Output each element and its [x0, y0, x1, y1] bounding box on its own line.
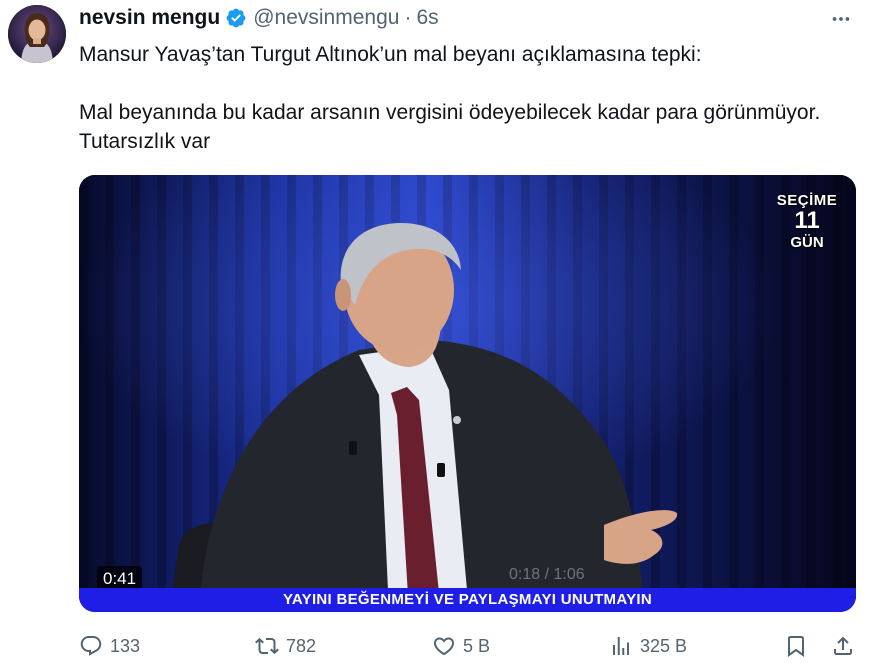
more-icon[interactable] — [826, 6, 856, 32]
author-handle[interactable]: @nevsinmengu — [253, 6, 399, 30]
tweet-text: Mansur Yavaş’tan Turgut Altınok’un mal b… — [79, 40, 839, 156]
like-icon — [433, 637, 455, 656]
repost-icon — [255, 637, 279, 655]
views-button[interactable]: 325 B — [609, 630, 687, 662]
reply-icon — [80, 636, 102, 656]
tweet-actions: 133 782 5 B 325 B — [79, 630, 856, 662]
video-frame — [79, 175, 856, 612]
like-button[interactable]: 5 B — [432, 630, 490, 662]
tweet-header: nevsin mengu @nevsinmengu · 6s — [79, 5, 439, 31]
badge-line3: GÜN — [790, 234, 824, 251]
reply-button[interactable]: 133 — [79, 630, 140, 662]
author-avatar[interactable] — [8, 5, 66, 63]
badge-line1: SEÇİME — [776, 192, 838, 209]
verified-badge-icon[interactable] — [225, 7, 247, 29]
share-icon — [834, 636, 852, 655]
video-player[interactable]: SEÇİME 11 GÜN 0:18 / 1:06 0:41 YAYINI BE… — [79, 175, 856, 612]
tweet-text-line1: Mansur Yavaş’tan Turgut Altınok’un mal b… — [79, 43, 702, 66]
reply-count: 133 — [110, 635, 141, 656]
views-count: 325 B — [640, 635, 688, 656]
tweet-text-line2: Mal beyanında bu kadar arsanın vergisini… — [79, 101, 821, 153]
share-button[interactable] — [831, 630, 855, 662]
author-name[interactable]: nevsin mengu — [79, 6, 220, 30]
repost-count: 782 — [286, 635, 317, 656]
badge-line2: 11 — [794, 207, 820, 234]
video-faint-timecode: 0:18 / 1:06 — [509, 566, 585, 583]
video-banner: YAYINI BEĞENMEYİ VE PAYLAŞMAYI UNUTMAYIN — [79, 588, 856, 612]
bookmark-button[interactable] — [784, 630, 808, 662]
views-icon — [613, 637, 629, 655]
tweet-timestamp[interactable]: 6s — [416, 6, 438, 30]
election-countdown-badge: SEÇİME 11 GÜN — [772, 193, 842, 250]
bookmark-icon — [788, 636, 804, 657]
header-separator: · — [404, 6, 412, 29]
like-count: 5 B — [463, 635, 491, 656]
repost-button[interactable]: 782 — [255, 630, 316, 662]
